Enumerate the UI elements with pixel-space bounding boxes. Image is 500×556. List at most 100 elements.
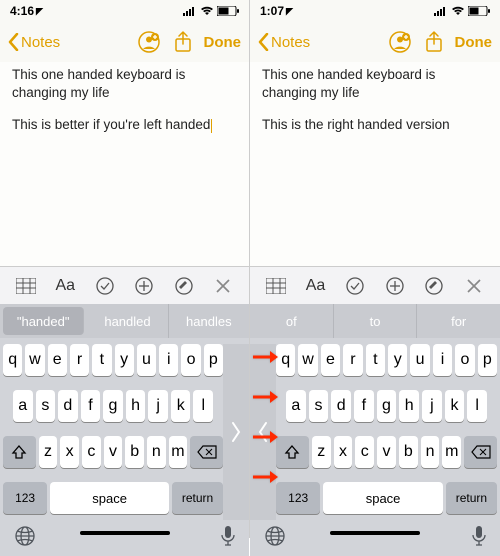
add-person-icon[interactable] [387, 29, 413, 55]
key-z[interactable]: z [39, 436, 58, 468]
key-h[interactable]: h [399, 390, 419, 422]
key-r[interactable]: r [70, 344, 89, 376]
home-indicator[interactable] [80, 531, 170, 535]
key-x[interactable]: x [334, 436, 353, 468]
key-f[interactable]: f [81, 390, 101, 422]
add-icon[interactable] [130, 272, 158, 300]
key-r[interactable]: r [343, 344, 362, 376]
key-q[interactable]: q [276, 344, 295, 376]
key-z[interactable]: z [312, 436, 331, 468]
expand-handle-left[interactable] [250, 344, 276, 520]
key-v[interactable]: v [377, 436, 396, 468]
shift-key[interactable] [276, 436, 309, 468]
space-key[interactable]: space [323, 482, 442, 514]
add-person-icon[interactable] [136, 29, 162, 55]
delete-key[interactable] [190, 436, 223, 468]
key-l[interactable]: l [467, 390, 487, 422]
key-v[interactable]: v [104, 436, 123, 468]
key-y[interactable]: y [388, 344, 407, 376]
key-m[interactable]: m [442, 436, 461, 468]
done-button[interactable]: Done [204, 34, 242, 51]
key-t[interactable]: t [366, 344, 385, 376]
key-f[interactable]: f [354, 390, 374, 422]
markup-icon[interactable] [420, 272, 448, 300]
mic-icon[interactable] [472, 525, 486, 552]
share-icon[interactable] [421, 29, 447, 55]
mic-icon[interactable] [221, 525, 235, 552]
markup-icon[interactable] [170, 272, 198, 300]
key-s[interactable]: s [309, 390, 329, 422]
key-row-2: asdfghjkl [3, 390, 223, 422]
return-key[interactable]: return [446, 482, 497, 514]
key-o[interactable]: o [455, 344, 474, 376]
table-icon[interactable] [12, 272, 40, 300]
key-u[interactable]: u [410, 344, 429, 376]
text-format-button[interactable]: Aa [301, 272, 329, 300]
key-w[interactable]: w [298, 344, 317, 376]
key-u[interactable]: u [137, 344, 156, 376]
suggestion-2[interactable]: handled [87, 304, 168, 338]
back-button[interactable]: Notes [258, 33, 310, 51]
note-content[interactable]: This one handed keyboard is changing my … [0, 62, 249, 266]
space-key[interactable]: space [50, 482, 169, 514]
suggestion-3[interactable]: handles [169, 304, 249, 338]
key-c[interactable]: c [82, 436, 101, 468]
numbers-key[interactable]: 123 [276, 482, 320, 514]
key-j[interactable]: j [422, 390, 442, 422]
key-j[interactable]: j [148, 390, 168, 422]
key-y[interactable]: y [115, 344, 134, 376]
suggestion-2[interactable]: to [334, 304, 418, 338]
key-x[interactable]: x [60, 436, 79, 468]
delete-key[interactable] [464, 436, 497, 468]
key-w[interactable]: w [25, 344, 44, 376]
numbers-key[interactable]: 123 [3, 482, 47, 514]
globe-icon[interactable] [14, 525, 36, 552]
expand-handle-right[interactable] [223, 344, 249, 520]
key-h[interactable]: h [126, 390, 146, 422]
return-key[interactable]: return [172, 482, 223, 514]
shift-key[interactable] [3, 436, 36, 468]
key-d[interactable]: d [331, 390, 351, 422]
done-button[interactable]: Done [455, 34, 493, 51]
checklist-icon[interactable] [341, 272, 369, 300]
back-button[interactable]: Notes [8, 33, 60, 51]
add-icon[interactable] [381, 272, 409, 300]
suggestion-1[interactable]: of [250, 304, 334, 338]
key-c[interactable]: c [355, 436, 374, 468]
key-t[interactable]: t [92, 344, 111, 376]
home-indicator[interactable] [330, 531, 420, 535]
close-icon[interactable] [460, 272, 488, 300]
key-s[interactable]: s [36, 390, 56, 422]
key-i[interactable]: i [159, 344, 178, 376]
key-g[interactable]: g [103, 390, 123, 422]
key-n[interactable]: n [421, 436, 440, 468]
key-d[interactable]: d [58, 390, 78, 422]
key-b[interactable]: b [125, 436, 144, 468]
table-icon[interactable] [262, 272, 290, 300]
text-format-button[interactable]: Aa [51, 272, 79, 300]
key-b[interactable]: b [399, 436, 418, 468]
checklist-icon[interactable] [91, 272, 119, 300]
key-i[interactable]: i [433, 344, 452, 376]
suggestion-1[interactable]: "handed" [3, 307, 84, 335]
key-l[interactable]: l [193, 390, 213, 422]
globe-icon[interactable] [264, 525, 286, 552]
key-a[interactable]: a [13, 390, 33, 422]
share-icon[interactable] [170, 29, 196, 55]
key-m[interactable]: m [169, 436, 188, 468]
key-e[interactable]: e [321, 344, 340, 376]
suggestion-bar: of to for [250, 304, 500, 338]
key-k[interactable]: k [171, 390, 191, 422]
key-k[interactable]: k [445, 390, 465, 422]
key-p[interactable]: p [478, 344, 497, 376]
note-content[interactable]: This one handed keyboard is changing my … [250, 62, 500, 266]
key-g[interactable]: g [377, 390, 397, 422]
key-o[interactable]: o [181, 344, 200, 376]
key-a[interactable]: a [286, 390, 306, 422]
close-icon[interactable] [209, 272, 237, 300]
key-q[interactable]: q [3, 344, 22, 376]
key-e[interactable]: e [48, 344, 67, 376]
key-n[interactable]: n [147, 436, 166, 468]
suggestion-3[interactable]: for [417, 304, 500, 338]
key-p[interactable]: p [204, 344, 223, 376]
